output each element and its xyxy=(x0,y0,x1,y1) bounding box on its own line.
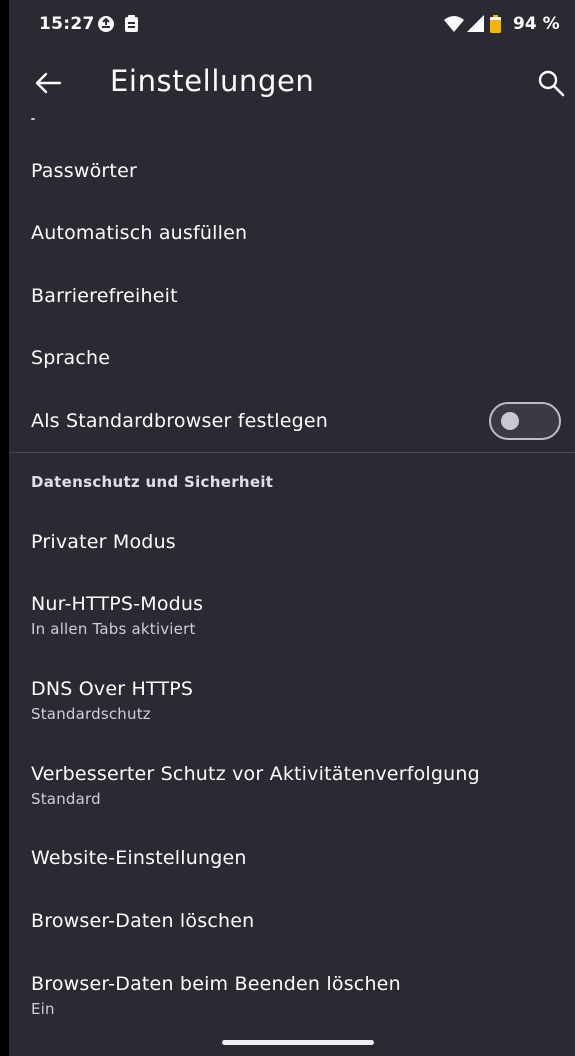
settings-item-dns-over-https[interactable]: DNS Over HTTPS Standardschutz xyxy=(9,660,575,744)
item-title: DNS Over HTTPS xyxy=(31,678,194,700)
settings-item-https-only[interactable]: Nur-HTTPS-Modus In allen Tabs aktiviert xyxy=(9,574,575,660)
item-title: Automatisch ausfüllen xyxy=(31,222,248,244)
wifi-icon xyxy=(444,16,464,32)
settings-item-autofill[interactable]: Automatisch ausfüllen xyxy=(9,202,575,264)
status-bar: 15:27 94 % xyxy=(9,0,575,52)
item-title: Browser-Daten löschen xyxy=(31,910,255,932)
battery-icon xyxy=(490,15,501,33)
item-title: Sprache xyxy=(31,347,111,369)
battery-percent: 94 % xyxy=(513,14,560,34)
item-title: Privater Modus xyxy=(31,531,176,553)
item-title: Passwörter xyxy=(31,160,137,182)
app-bar: Einstellungen xyxy=(9,52,575,114)
settings-item-passwords[interactable]: Passwörter xyxy=(9,140,575,202)
item-subtitle: Standard xyxy=(31,790,101,808)
toggle-knob xyxy=(501,412,519,430)
settings-item-accessibility[interactable]: Barrierefreiheit xyxy=(9,264,575,326)
item-title: Verbesserter Schutz vor Aktivitätenverfo… xyxy=(31,763,480,785)
item-subtitle: Standardschutz xyxy=(31,705,151,723)
item-subtitle: In allen Tabs aktiviert xyxy=(31,620,196,638)
item-title: Nur-HTTPS-Modus xyxy=(31,593,204,615)
page-title: Einstellungen xyxy=(110,64,315,98)
signal-icon xyxy=(467,15,484,32)
status-time: 15:27 xyxy=(39,14,95,34)
settings-screen: 15:27 94 % Einstellungen Passwörter Auto… xyxy=(9,0,575,1056)
search-icon[interactable] xyxy=(537,69,565,97)
settings-item-tracking-protection[interactable]: Verbesserter Schutz vor Aktivitätenverfo… xyxy=(9,744,575,830)
gesture-nav-handle[interactable] xyxy=(222,1040,374,1045)
item-subtitle: Ein xyxy=(31,1000,55,1018)
sync-icon xyxy=(98,16,114,32)
settings-item-language[interactable]: Sprache xyxy=(9,326,575,388)
section-header-privacy: Datenschutz und Sicherheit xyxy=(31,473,274,491)
settings-item-site-settings[interactable]: Website-Einstellungen xyxy=(9,830,575,892)
default-browser-toggle[interactable] xyxy=(489,402,561,440)
item-title: Barrierefreiheit xyxy=(31,285,178,307)
settings-item-clear-data-on-quit[interactable]: Browser-Daten beim Beenden löschen Ein xyxy=(9,954,575,1034)
scrolled-item-remnant xyxy=(31,118,35,120)
section-divider xyxy=(9,452,575,453)
arrow-left-icon[interactable] xyxy=(33,68,63,98)
settings-item-clear-data[interactable]: Browser-Daten löschen xyxy=(9,892,575,954)
settings-item-private-mode[interactable]: Privater Modus xyxy=(9,510,575,574)
clipboard-icon xyxy=(125,15,138,32)
item-title: Browser-Daten beim Beenden löschen xyxy=(31,973,401,995)
item-title: Als Standardbrowser festlegen xyxy=(31,410,328,432)
item-title: Website-Einstellungen xyxy=(31,847,247,869)
